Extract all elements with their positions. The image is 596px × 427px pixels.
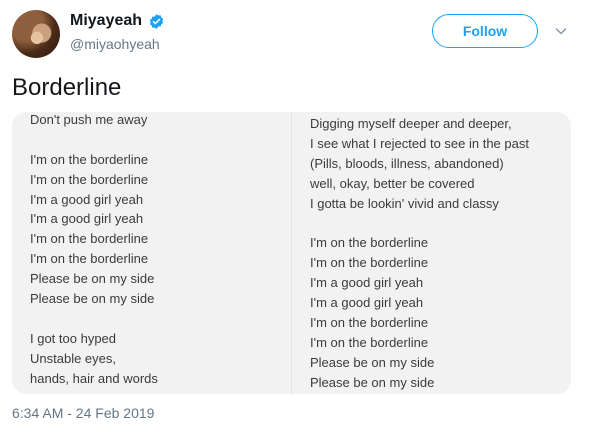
lyric-line: well, okay, better be covered [310,175,475,191]
tweet-text: Borderline [12,74,122,101]
lyric-spacer [30,309,158,329]
lyric-line: I'm on the borderline [30,151,149,167]
user-name-row: Miyayeah [70,12,165,30]
chevron-down-icon[interactable] [554,24,568,38]
verified-badge-icon [149,13,164,29]
lyric-line: I'm a good girl yeah [310,275,424,291]
lyric-line: I'm a good girl yeah [310,295,424,311]
lyric-line: I see what I rejected to see in the past [310,135,529,151]
lyrics-image[interactable]: Don't push me away I'm on the borderline I… [12,112,571,394]
lyric-line: I gotta be lookin' vivid and classy [310,195,499,211]
lyric-line: I'm on the borderline [310,255,429,271]
display-name[interactable]: Miyayeah [70,12,142,30]
lyrics-left-column: Don't push me away I'm on the borderline I… [30,112,158,388]
lyric-line: I'm on the borderline [310,314,429,330]
follow-button[interactable]: Follow [432,14,538,48]
lyric-line: Please be on my side [310,374,435,390]
lyric-line: Please be on my side [30,271,155,287]
lyric-line: Don't push me away [30,112,148,127]
lyric-spacer [30,130,158,150]
lyric-line: Please be on my side [310,354,435,370]
lyric-line: I got too hyped [30,330,117,346]
lyric-line: Digging myself deeper and deeper, [310,116,512,131]
column-divider [291,112,292,394]
avatar[interactable] [12,10,60,58]
lyric-line: I'm on the borderline [30,171,149,187]
lyric-line: I'm on the borderline [30,251,149,267]
lyric-line: I'm on the borderline [310,235,429,251]
lyric-line: I'm a good girl yeah [30,191,144,207]
user-handle[interactable]: @miyaohyeah [70,36,160,52]
lyric-line: I'm on the borderline [30,231,149,247]
lyric-line: I'm a good girl yeah [30,211,144,227]
lyric-line: Unstable eyes, [30,350,116,366]
lyric-line: (Pills, bloods, illness, abandoned) [310,155,504,171]
lyric-line: I'm on the borderline [310,334,429,350]
lyric-spacer [310,213,529,233]
lyric-line: hands, hair and words [30,370,158,386]
lyrics-right-column: Digging myself deeper and deeper, I see w… [310,114,529,392]
lyric-line: Please be on my side [30,291,155,307]
tweet-timestamp[interactable]: 6:34 AM - 24 Feb 2019 [12,405,154,421]
